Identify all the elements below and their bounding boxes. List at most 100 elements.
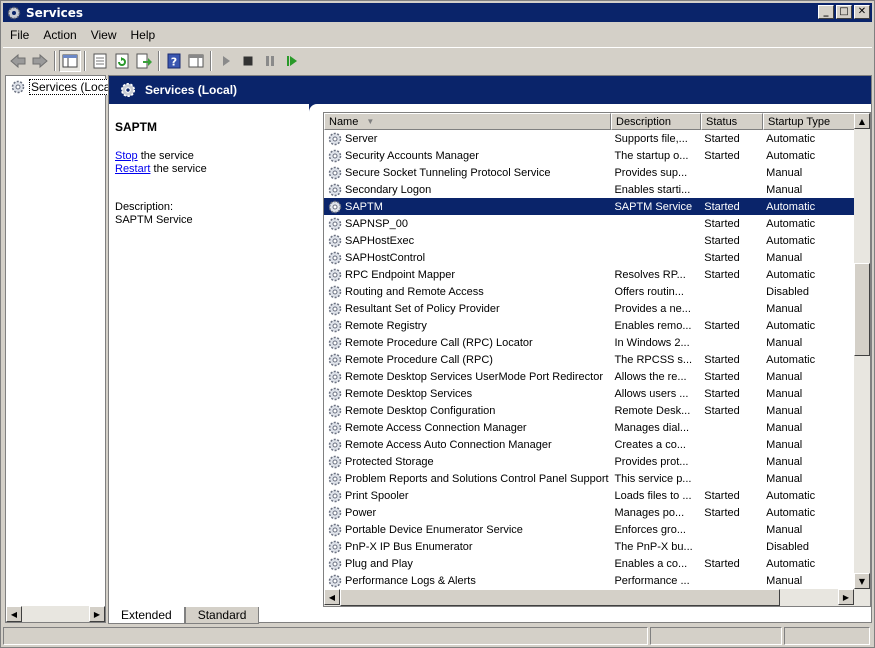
service-name-cell: Remote Procedure Call (RPC) (324, 352, 610, 368)
service-startup-cell: Automatic (766, 234, 816, 247)
service-name-cell: Remote Desktop Services UserMode Port Re… (324, 369, 610, 385)
table-row[interactable]: Server Supports file,... Started Automatic (324, 130, 854, 147)
table-row[interactable]: Remote Desktop Services Allows users ... S… (324, 385, 854, 402)
gear-icon (328, 455, 342, 468)
menu-file[interactable]: File (3, 28, 36, 42)
table-row[interactable]: RPC Endpoint Mapper Resolves RP... Started… (324, 266, 854, 283)
close-button[interactable]: ✕ (854, 5, 870, 19)
console-pane-button[interactable] (185, 50, 207, 72)
menu-action[interactable]: Action (36, 28, 83, 42)
stop-service-button[interactable] (237, 50, 259, 72)
service-description-cell: The RPCSS s... (614, 353, 693, 366)
service-startup-cell: Manual (766, 302, 803, 315)
service-description-cell: Provides a ne... (614, 302, 691, 315)
scroll-right-button[interactable]: ▶ (89, 606, 105, 622)
service-name: Remote Procedure Call (RPC) Locator (345, 336, 533, 349)
list-vertical-scrollbar[interactable]: ▲ ▼ (854, 113, 870, 589)
service-startup-cell: Automatic (766, 149, 816, 162)
help-button[interactable]: ? (163, 50, 185, 72)
column-header-status[interactable]: Status (701, 113, 763, 130)
table-row[interactable]: Remote Procedure Call (RPC) Locator In Wi… (324, 334, 854, 351)
table-row[interactable]: Remote Desktop Configuration Remote Desk.… (324, 402, 854, 419)
show-hide-tree-button[interactable] (59, 49, 81, 72)
service-status-cell: Started (704, 353, 740, 366)
scroll-right-button[interactable]: ▶ (838, 589, 854, 605)
gear-icon (328, 370, 342, 383)
details-pane: Services (Local) SAPTM Stop the service … (108, 75, 872, 623)
table-row[interactable]: Secondary Logon Enables starti... Manual (324, 181, 854, 198)
restart-service-button[interactable] (281, 50, 303, 72)
table-row[interactable]: SAPHostExec Started Automatic (324, 232, 854, 249)
scroll-down-button[interactable]: ▼ (854, 573, 870, 589)
vertical-scroll-thumb[interactable] (854, 263, 870, 356)
table-row[interactable]: Problem Reports and Solutions Control Pa… (324, 470, 854, 487)
gear-icon (328, 523, 342, 536)
extended-description-panel: SAPTM Stop the service Restart the servi… (115, 120, 315, 227)
table-row[interactable]: Remote Registry Enables remo... Started Aut… (324, 317, 854, 334)
scroll-left-button[interactable]: ◀ (324, 589, 340, 605)
minimize-button[interactable]: _ (818, 5, 834, 19)
restart-service-link[interactable]: Restart (115, 163, 150, 175)
pause-service-button[interactable] (259, 50, 281, 72)
table-row[interactable]: Security Accounts Manager The startup o..… (324, 147, 854, 164)
service-startup-cell: Automatic (766, 268, 816, 281)
menu-view[interactable]: View (84, 28, 124, 42)
status-pane-main (3, 627, 648, 645)
refresh-button[interactable] (111, 50, 133, 72)
stop-service-link[interactable]: Stop (115, 150, 138, 162)
table-row[interactable]: PnP-X IP Bus Enumerator The PnP-X bu... Di… (324, 538, 854, 555)
service-startup-cell: Automatic (766, 489, 816, 502)
tree-node-label: Services (Local) (29, 79, 120, 95)
table-row[interactable]: Protected Storage Provides prot... Manual (324, 453, 854, 470)
back-button[interactable] (7, 50, 29, 72)
maximize-button[interactable]: □ (836, 5, 852, 19)
service-name-cell: Secure Socket Tunneling Protocol Service (324, 165, 610, 181)
table-row[interactable]: Remote Access Connection Manager Manages … (324, 419, 854, 436)
header-curve (309, 104, 871, 112)
list-horizontal-scrollbar[interactable]: ◀ ▶ (324, 589, 870, 606)
service-name: RPC Endpoint Mapper (345, 268, 456, 281)
horizontal-scroll-thumb[interactable] (340, 589, 780, 606)
forward-arrow-icon (32, 53, 48, 68)
table-row[interactable]: Print Spooler Loads files to ... Started Au… (324, 487, 854, 504)
service-name: Remote Access Auto Connection Manager (345, 438, 552, 451)
properties-button[interactable] (89, 50, 111, 72)
table-row[interactable]: SAPHostControl Started Manual (324, 249, 854, 266)
status-pane-2 (650, 627, 782, 645)
column-header-startup-type[interactable]: Startup Type (763, 113, 855, 130)
service-startup-cell: Manual (766, 251, 803, 264)
menu-help[interactable]: Help (124, 28, 163, 42)
service-status-cell: Started (704, 404, 740, 417)
table-row[interactable]: Secure Socket Tunneling Protocol Service… (324, 164, 854, 181)
tab-extended[interactable]: Extended (108, 607, 185, 624)
restart-service-icon (287, 55, 297, 66)
tree-horizontal-scrollbar[interactable]: ◀ ▶ (6, 606, 105, 622)
scroll-up-button[interactable]: ▲ (854, 113, 870, 129)
service-name-cell: Power (324, 505, 610, 521)
service-description-cell: The startup o... (614, 149, 689, 162)
table-row[interactable]: Power Manages po... Started Automatic (324, 504, 854, 521)
service-name: Plug and Play (345, 557, 413, 570)
table-row[interactable]: SAPTM SAPTM Service Started Automatic (324, 198, 854, 215)
tab-standard[interactable]: Standard (184, 607, 260, 624)
service-name-cell: Remote Access Auto Connection Manager (324, 437, 610, 453)
gear-icon (328, 166, 342, 179)
table-row[interactable]: Plug and Play Enables a co... Started Autom… (324, 555, 854, 572)
service-name: Server (345, 132, 378, 145)
tree-node-services-local[interactable]: Services (Local) (10, 79, 120, 95)
table-row[interactable]: Resultant Set of Policy Provider Provides… (324, 300, 854, 317)
table-row[interactable]: Remote Access Auto Connection Manager Cre… (324, 436, 854, 453)
start-service-button[interactable] (215, 50, 237, 72)
table-row[interactable]: Performance Logs & Alerts Performance ...… (324, 572, 854, 589)
column-header-description[interactable]: Description (611, 113, 701, 130)
column-header-name[interactable]: Name ▼ (324, 113, 611, 130)
scroll-left-button[interactable]: ◀ (6, 606, 22, 622)
export-list-button[interactable] (133, 50, 155, 72)
table-row[interactable]: Remote Procedure Call (RPC) The RPCSS s..… (324, 351, 854, 368)
forward-button[interactable] (29, 50, 51, 72)
table-row[interactable]: Routing and Remote Access Offers routin..… (324, 283, 854, 300)
table-row[interactable]: Portable Device Enumerator Service Enforc… (324, 521, 854, 538)
table-row[interactable]: SAPNSP_00 Started Automatic (324, 215, 854, 232)
table-row[interactable]: Remote Desktop Services UserMode Port Re… (324, 368, 854, 385)
description-label: Description: (115, 201, 174, 213)
